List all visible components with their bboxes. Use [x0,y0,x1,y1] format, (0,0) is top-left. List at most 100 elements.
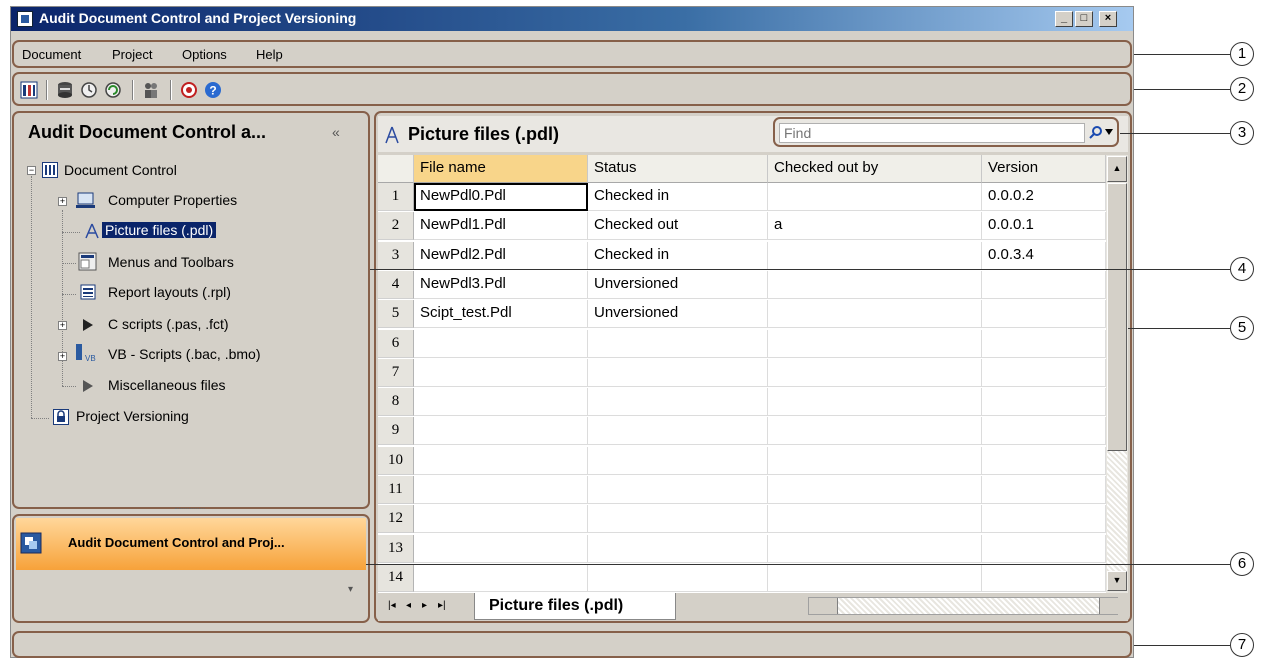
cell-version[interactable] [982,534,1106,563]
search-icon[interactable] [1089,125,1103,139]
scroll-left-button[interactable] [809,598,838,614]
checkin-icon[interactable] [80,81,98,99]
row-number[interactable]: 14 [378,563,414,592]
sheet-tab[interactable]: Picture files (.pdl) [474,593,676,620]
cell-version[interactable] [982,358,1106,387]
cell-checked-out-by[interactable] [768,417,982,446]
cell-status[interactable] [588,534,768,563]
cell-version[interactable]: 0.0.0.2 [982,183,1106,211]
cell-file-name[interactable] [414,446,588,475]
cell-file-name[interactable] [414,417,588,446]
row-number[interactable]: 11 [378,476,414,504]
column-header-status[interactable]: Status [588,155,768,183]
cell-status[interactable]: Checked in [588,241,768,270]
help-icon[interactable]: ? [204,81,222,99]
cell-version[interactable]: 0.0.0.1 [982,212,1106,241]
cell-status[interactable] [588,563,768,592]
cell-file-name[interactable] [414,505,588,534]
tree-item-c-scripts[interactable]: C scripts (.pas, .fct) [108,316,229,332]
collapse-panel-button[interactable]: « [332,124,340,140]
row-number[interactable]: 2 [378,212,414,241]
cell-version[interactable] [982,476,1106,504]
cell-checked-out-by[interactable] [768,300,982,329]
cell-file-name[interactable] [414,329,588,358]
cell-status[interactable] [588,388,768,417]
menu-help[interactable]: Help [256,47,283,62]
users-icon[interactable] [142,81,160,99]
target-icon[interactable] [180,81,198,99]
menu-project[interactable]: Project [112,47,152,62]
cell-version[interactable] [982,388,1106,417]
scroll-right-button[interactable] [1099,598,1118,614]
expand-computer-properties[interactable]: + [58,197,67,206]
cell-checked-out-by[interactable] [768,388,982,417]
scroll-track[interactable] [1107,451,1127,571]
document-control-icon[interactable] [20,81,38,99]
maximize-button[interactable]: □ [1075,11,1093,27]
tree-item-document-control[interactable]: Document Control [64,162,177,178]
menu-options[interactable]: Options [182,47,227,62]
cell-checked-out-by[interactable] [768,329,982,358]
row-number[interactable]: 3 [378,241,414,270]
collapse-document-control[interactable]: − [27,166,36,175]
row-number[interactable]: 12 [378,505,414,534]
menu-document[interactable]: Document [22,47,81,62]
cell-file-name[interactable]: Scipt_test.Pdl [414,300,588,329]
close-button[interactable]: × [1099,11,1117,27]
cell-status[interactable] [588,358,768,387]
find-input[interactable] [779,123,1085,143]
cell-file-name[interactable] [414,534,588,563]
cell-checked-out-by[interactable]: a [768,212,982,241]
cell-checked-out-by[interactable] [768,241,982,270]
minimize-button[interactable]: _ [1055,11,1073,27]
cell-file-name[interactable]: NewPdl1.Pdl [414,212,588,241]
cell-checked-out-by[interactable] [768,270,982,299]
refresh-icon[interactable] [104,81,122,99]
cell-checked-out-by[interactable] [768,534,982,563]
tree-item-menus-and-toolbars[interactable]: Menus and Toolbars [108,254,234,270]
cell-version[interactable] [982,300,1106,329]
scroll-thumb[interactable] [1107,183,1127,451]
first-sheet-button[interactable]: |◂ [388,600,396,611]
scroll-down-button[interactable]: ▼ [1107,571,1127,591]
cell-checked-out-by[interactable] [768,446,982,475]
tree-item-miscellaneous-files[interactable]: Miscellaneous files [108,377,226,393]
tree-item-project-versioning[interactable]: Project Versioning [76,408,189,424]
cell-status[interactable]: Unversioned [588,270,768,299]
tree-item-picture-files[interactable]: Picture files (.pdl) [102,222,217,238]
horizontal-scrollbar[interactable] [808,597,1118,615]
cell-status[interactable] [588,329,768,358]
chevron-down-icon[interactable] [1105,129,1113,135]
cell-version[interactable] [982,329,1106,358]
cell-version[interactable]: 0.0.3.4 [982,241,1106,270]
row-number[interactable]: 5 [378,300,414,329]
cell-version[interactable] [982,446,1106,475]
cell-checked-out-by[interactable] [768,505,982,534]
vertical-scrollbar[interactable]: ▲ ▼ [1106,155,1128,593]
row-number[interactable]: 9 [378,417,414,446]
cell-file-name[interactable]: NewPdl2.Pdl [414,241,588,270]
tree-item-report-layouts[interactable]: Report layouts (.rpl) [108,284,231,300]
cell-file-name[interactable] [414,358,588,387]
cell-status[interactable] [588,505,768,534]
last-sheet-button[interactable]: ▸| [438,600,446,611]
tree-item-vb-scripts[interactable]: VB - Scripts (.bac, .bmo) [108,346,260,362]
row-number[interactable]: 6 [378,329,414,358]
cell-checked-out-by[interactable] [768,183,982,211]
cell-version[interactable] [982,505,1106,534]
expand-vb-scripts[interactable]: + [58,352,67,361]
cell-checked-out-by[interactable] [768,358,982,387]
cell-checked-out-by[interactable] [768,563,982,592]
column-header-checked-out-by[interactable]: Checked out by [768,155,982,183]
cell-file-name[interactable]: NewPdl0.Pdl [414,183,588,211]
navigation-pane-button[interactable]: Audit Document Control and Proj... [16,518,366,570]
cell-file-name[interactable]: NewPdl3.Pdl [414,270,588,299]
column-header-file-name[interactable]: File name [414,155,588,183]
tree-item-computer-properties[interactable]: Computer Properties [108,192,237,208]
row-number[interactable]: 10 [378,446,414,475]
cell-status[interactable] [588,476,768,504]
row-number[interactable]: 4 [378,270,414,299]
cell-status[interactable] [588,417,768,446]
row-number[interactable]: 13 [378,534,414,563]
cell-file-name[interactable] [414,388,588,417]
